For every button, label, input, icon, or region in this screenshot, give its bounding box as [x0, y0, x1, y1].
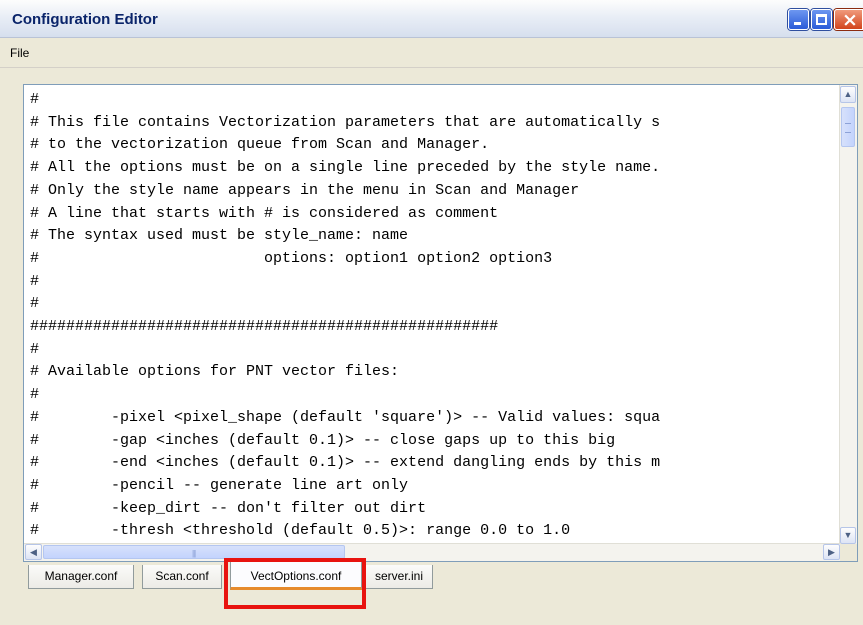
tab-vectoptions-conf[interactable]: VectOptions.conf: [230, 562, 362, 590]
chevron-down-icon: ▼: [843, 530, 853, 540]
title-bar[interactable]: Configuration Editor ×: [0, 0, 863, 38]
maximize-button[interactable]: [811, 9, 832, 30]
vertical-scroll-thumb[interactable]: [841, 107, 855, 147]
tab-server-ini[interactable]: server.ini: [365, 565, 433, 589]
file-tabs: Manager.conf Scan.conf VectOptions.conf …: [23, 562, 858, 592]
grip-icon: |||: [192, 549, 196, 558]
config-text-editor[interactable]: # # This file contains Vectorization par…: [23, 84, 858, 562]
chevron-left-icon: ◀: [30, 547, 37, 557]
scrollbar-corner: [840, 544, 857, 561]
chevron-right-icon: ▶: [828, 547, 835, 557]
minimize-button[interactable]: [788, 9, 809, 30]
vertical-scrollbar[interactable]: ▲ ▼: [839, 85, 857, 545]
window-title: Configuration Editor: [12, 11, 158, 28]
menu-bar: File: [0, 38, 863, 68]
grip-icon: [845, 123, 851, 133]
scroll-left-button[interactable]: ◀: [25, 544, 42, 560]
tab-manager-conf[interactable]: Manager.conf: [28, 565, 134, 589]
chevron-up-icon: ▲: [843, 89, 853, 99]
scroll-right-button[interactable]: ▶: [823, 544, 840, 560]
minimize-icon: [794, 22, 801, 25]
maximize-icon: [816, 14, 827, 25]
horizontal-scrollbar[interactable]: ◀ ||| ▶: [24, 543, 841, 561]
editor-content[interactable]: # # This file contains Vectorization par…: [30, 89, 836, 541]
menu-file[interactable]: File: [10, 46, 29, 60]
scroll-down-button[interactable]: ▼: [840, 527, 856, 544]
close-icon: ×: [842, 9, 858, 31]
tab-scan-conf[interactable]: Scan.conf: [142, 565, 222, 589]
close-button[interactable]: ×: [834, 9, 863, 31]
horizontal-scroll-thumb[interactable]: |||: [43, 545, 345, 559]
scroll-up-button[interactable]: ▲: [840, 86, 856, 103]
